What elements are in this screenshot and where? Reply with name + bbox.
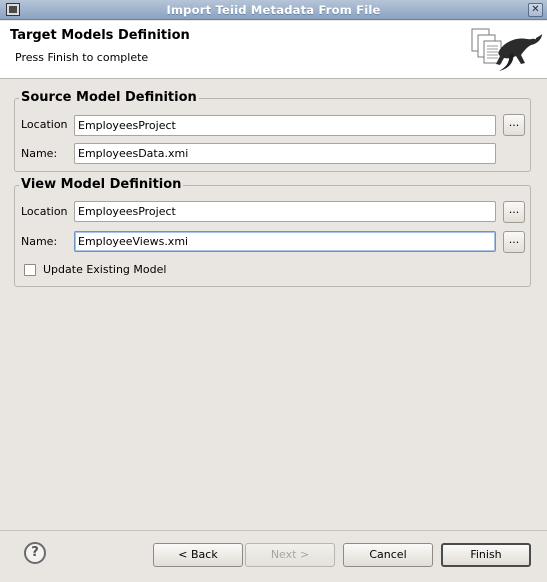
view-location-label: Location <box>21 205 68 218</box>
source-model-group-title: Source Model Definition <box>19 90 199 105</box>
page-description: Press Finish to complete <box>15 51 149 64</box>
source-location-browse-button[interactable]: ... <box>503 114 525 136</box>
view-name-label: Name: <box>21 235 58 248</box>
view-model-group-title: View Model Definition <box>19 177 184 192</box>
finish-button[interactable]: Finish <box>441 543 531 567</box>
view-location-browse-button[interactable]: ... <box>503 201 525 223</box>
window-titlebar: Import Teiid Metadata From File ✕ <box>0 0 547 20</box>
view-name-field[interactable]: EmployeeViews.xmi <box>74 231 496 252</box>
wizard-header: Target Models Definition Press Finish to… <box>0 21 547 79</box>
teiid-documents-icon <box>471 28 542 71</box>
page-title: Target Models Definition <box>10 28 190 43</box>
source-name-field[interactable]: EmployeesData.xmi <box>74 143 496 164</box>
view-name-browse-button[interactable]: ... <box>503 231 525 253</box>
cancel-button[interactable]: Cancel <box>343 543 433 567</box>
view-location-field[interactable]: EmployeesProject <box>74 201 496 222</box>
close-button[interactable]: ✕ <box>528 3 543 17</box>
back-button[interactable]: < Back <box>153 543 243 567</box>
update-existing-model-label[interactable]: Update Existing Model <box>43 263 166 276</box>
window-title: Import Teiid Metadata From File <box>166 3 381 17</box>
footer-separator <box>0 530 547 531</box>
source-location-field[interactable]: EmployeesProject <box>74 115 496 136</box>
help-icon[interactable]: ? <box>24 542 46 564</box>
next-button[interactable]: Next > <box>245 543 335 567</box>
source-location-label: Location <box>21 118 68 131</box>
update-existing-model-checkbox[interactable] <box>24 264 36 276</box>
source-name-label: Name: <box>21 147 58 160</box>
